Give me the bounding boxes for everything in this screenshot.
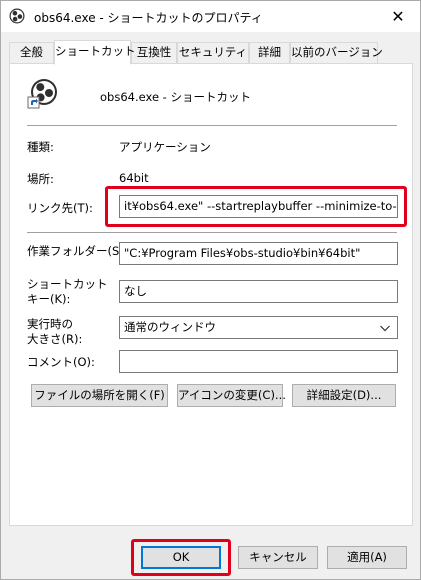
chevron-down-icon xyxy=(380,325,390,332)
target-label: リンク先(T): xyxy=(27,201,93,215)
properties-dialog: obs64.exe - ショートカットのプロパティ ✕ 全般 ショートカット 互… xyxy=(0,0,421,580)
run-select[interactable]: 通常のウィンドウ xyxy=(119,316,398,339)
close-icon: ✕ xyxy=(391,7,405,26)
shortcut-panel: obs64.exe - ショートカット 種類: アプリケーション 場所: 64b… xyxy=(9,63,413,526)
open-file-location-button[interactable]: ファイルの場所を開く(F) xyxy=(31,384,168,407)
tab-general[interactable]: 全般 xyxy=(9,42,54,63)
comment-input[interactable] xyxy=(119,350,398,373)
window-title: obs64.exe - ショートカットのプロパティ xyxy=(34,11,263,25)
run-label-1: 実行時の xyxy=(27,317,73,331)
shortcut-key-label-2: キー(K): xyxy=(27,292,71,306)
shortcut-key-input[interactable]: なし xyxy=(119,280,398,303)
location-label: 場所: xyxy=(27,172,54,186)
tab-compatibility[interactable]: 互換性 xyxy=(131,42,177,63)
obs-app-icon xyxy=(9,8,25,24)
apply-button[interactable]: 適用(A) xyxy=(327,546,407,569)
obs-shortcut-icon xyxy=(27,79,57,109)
advanced-button[interactable]: 詳細設定(D)... xyxy=(292,384,396,407)
title-bar: obs64.exe - ショートカットのプロパティ ✕ xyxy=(1,1,420,32)
shortcut-name: obs64.exe - ショートカット xyxy=(100,90,251,104)
location-value: 64bit xyxy=(119,171,149,185)
run-label-2: 大きさ(R): xyxy=(27,332,83,346)
target-input[interactable]: it¥obs64.exe" --startreplaybuffer --mini… xyxy=(119,195,398,218)
type-value: アプリケーション xyxy=(119,140,211,154)
tab-shortcut[interactable]: ショートカット xyxy=(54,40,136,65)
change-icon-button[interactable]: アイコンの変更(C)... xyxy=(177,384,286,407)
tab-previous-versions[interactable]: 以前のバージョン xyxy=(290,42,383,63)
divider xyxy=(27,232,397,233)
divider xyxy=(27,125,397,126)
cancel-button[interactable]: キャンセル xyxy=(238,546,318,569)
start-in-input[interactable]: "C:¥Program Files¥obs-studio¥bin¥64bit" xyxy=(119,242,398,265)
close-button[interactable]: ✕ xyxy=(376,1,420,32)
run-select-value: 通常のウィンドウ xyxy=(124,320,216,334)
ok-button[interactable]: OK xyxy=(141,546,221,569)
start-in-label: 作業フォルダー(S): xyxy=(27,244,128,258)
comment-label: コメント(O): xyxy=(27,355,95,369)
shortcut-key-label-1: ショートカット xyxy=(27,277,108,291)
tab-security[interactable]: セキュリティ xyxy=(177,42,249,63)
tab-strip: 全般 ショートカット 互換性 セキュリティ 詳細 以前のバージョン xyxy=(9,40,413,65)
type-label: 種類: xyxy=(27,140,54,154)
tab-details[interactable]: 詳細 xyxy=(249,42,290,63)
